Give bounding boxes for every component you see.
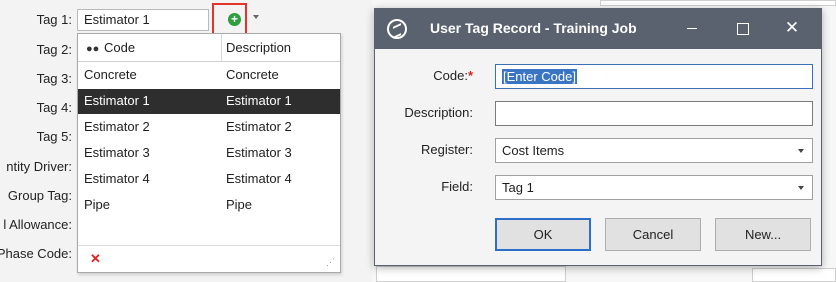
- cell-code: Concrete: [84, 67, 137, 82]
- tag3-label: Tag 3:: [36, 71, 72, 86]
- cell-description: Estimator 4: [226, 171, 292, 186]
- register-value: Cost Items: [502, 143, 565, 158]
- grid-row[interactable]: Estimator 2 Estimator 2: [78, 115, 340, 140]
- column-header-description[interactable]: Description: [226, 40, 291, 55]
- grid-row[interactable]: Concrete Concrete: [78, 63, 340, 88]
- field-select[interactable]: Tag 1: [495, 175, 813, 200]
- dropdown-caret-icon[interactable]: [253, 15, 259, 19]
- cell-description: Pipe: [226, 197, 253, 212]
- cell-code: Estimator 4: [84, 171, 150, 186]
- quantity-driver-label: ntity Driver:: [6, 159, 72, 174]
- cell-code: Pipe: [84, 197, 111, 212]
- allowance-label: l Allowance:: [3, 217, 72, 232]
- grid-footer: ✕ ⋰: [78, 245, 340, 272]
- grid-row[interactable]: Estimator 4 Estimator 4: [78, 167, 340, 192]
- dialog-title: User Tag Record - Training Job: [430, 20, 637, 36]
- user-tag-record-dialog: User Tag Record - Training Job ✕ Code:* …: [374, 8, 822, 266]
- field-label: Field:: [441, 179, 473, 194]
- minimize-button[interactable]: [681, 17, 703, 39]
- column-header-code[interactable]: ●● Code: [86, 40, 135, 55]
- background-field: [752, 268, 836, 282]
- binoculars-icon: ●●: [86, 43, 100, 55]
- cell-description: Estimator 3: [226, 145, 292, 160]
- column-separator: [221, 34, 222, 62]
- group-tag-label: Group Tag:: [7, 188, 72, 203]
- chevron-down-icon: [798, 186, 804, 190]
- clear-icon[interactable]: ✕: [90, 251, 101, 267]
- close-button[interactable]: ✕: [781, 17, 803, 39]
- grid-row-selected[interactable]: Estimator 1 Estimator 1: [78, 89, 340, 114]
- code-label-text: Code:: [433, 68, 468, 83]
- description-input[interactable]: [495, 101, 813, 126]
- tag1-input[interactable]: Estimator 1: [77, 9, 209, 31]
- tag4-label: Tag 4:: [36, 100, 72, 115]
- chevron-down-icon: [798, 149, 804, 153]
- register-label: Register:: [420, 142, 473, 157]
- cell-code: Estimator 2: [84, 119, 150, 134]
- tag5-label: Tag 5:: [36, 129, 72, 144]
- new-button[interactable]: New...: [715, 218, 811, 251]
- add-icon[interactable]: +: [228, 13, 241, 26]
- tag2-label: Tag 2:: [36, 42, 72, 57]
- background-field: [600, 0, 836, 6]
- cell-description: Estimator 2: [226, 119, 292, 134]
- register-select[interactable]: Cost Items: [495, 138, 813, 163]
- phase-code-label: Phase Code:: [0, 246, 72, 261]
- grid-row[interactable]: Pipe Pipe: [78, 193, 340, 218]
- background-field: [376, 266, 566, 282]
- field-value: Tag 1: [502, 180, 534, 195]
- tag1-label: Tag 1:: [36, 12, 72, 27]
- column-header-code-label: Code: [104, 40, 136, 55]
- grid-header: ●● Code Description: [78, 34, 340, 62]
- cell-description: Estimator 1: [226, 93, 292, 108]
- cell-code: Estimator 1: [84, 93, 150, 108]
- app-logo-icon: [387, 19, 407, 39]
- code-label: Code:*: [433, 68, 473, 83]
- cell-code: Estimator 3: [84, 145, 150, 160]
- dialog-titlebar[interactable]: User Tag Record - Training Job ✕: [375, 9, 821, 49]
- required-mark: *: [467, 68, 473, 83]
- resize-grip-icon[interactable]: ⋰: [326, 257, 335, 268]
- cell-description: Concrete: [226, 67, 279, 82]
- code-value: [Enter Code]: [502, 69, 577, 84]
- ok-button[interactable]: OK: [495, 218, 591, 251]
- cancel-button[interactable]: Cancel: [605, 218, 701, 251]
- maximize-button[interactable]: [731, 17, 753, 39]
- code-input[interactable]: [Enter Code]: [495, 64, 813, 89]
- description-label: Description:: [404, 105, 473, 120]
- tag-dropdown-grid: ●● Code Description Concrete Concrete Est…: [77, 33, 341, 273]
- grid-row[interactable]: Estimator 3 Estimator 3: [78, 141, 340, 166]
